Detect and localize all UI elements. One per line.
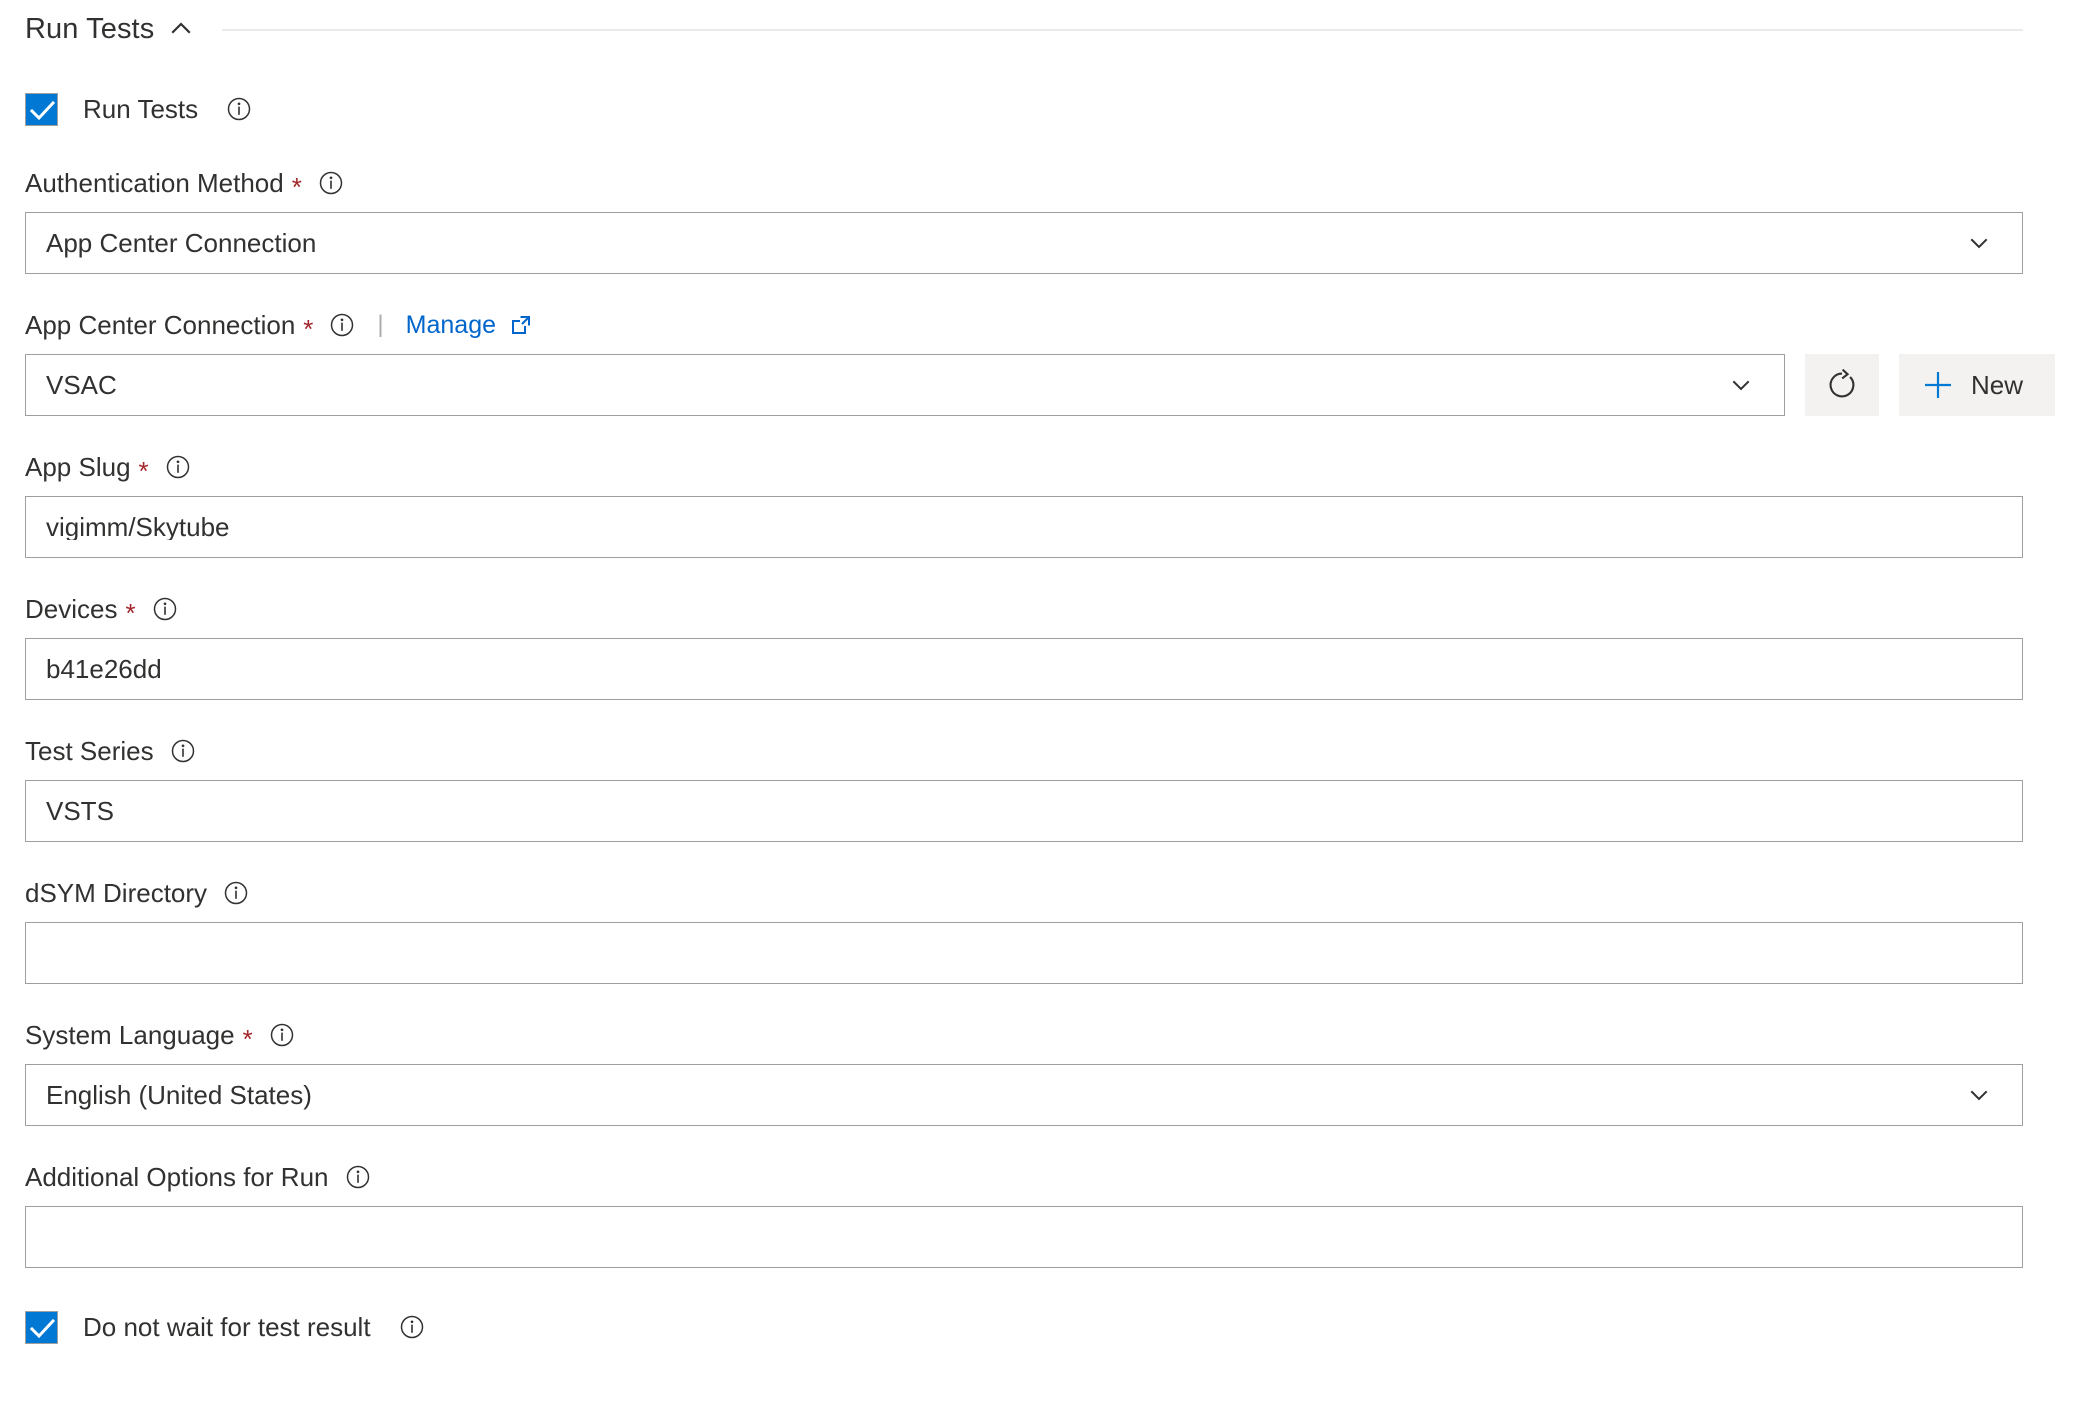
form-body: Run Tests Authentication Method * App Ce…: [0, 86, 2092, 1350]
devices-input[interactable]: b41e26dd: [25, 638, 2023, 700]
chevron-down-icon: [1964, 228, 1994, 258]
field-additional-options: Additional Options for Run: [25, 1160, 2023, 1268]
field-app-slug: App Slug * vigimm/Skytube: [25, 450, 2023, 558]
field-label-row: Test Series: [25, 734, 2023, 768]
field-system-language: System Language * English (United States…: [25, 1018, 2023, 1126]
info-icon[interactable]: [269, 1022, 295, 1048]
test-series-input[interactable]: VSTS: [25, 780, 2023, 842]
external-link-icon[interactable]: [509, 313, 533, 337]
new-connection-button[interactable]: New: [1899, 354, 2056, 416]
info-icon[interactable]: [223, 880, 249, 906]
info-icon[interactable]: [165, 454, 191, 480]
info-icon[interactable]: [152, 596, 178, 622]
control-row: App Center Connection: [25, 212, 2023, 274]
plus-icon: [1921, 368, 1955, 402]
required-marker: *: [242, 1024, 253, 1054]
info-icon[interactable]: [329, 312, 355, 338]
info-icon[interactable]: [399, 1314, 425, 1340]
required-marker: *: [303, 314, 314, 344]
test-series-label: Test Series: [25, 736, 154, 766]
run-tests-panel: Run Tests Run Tests Authentication Metho…: [0, 0, 2092, 1412]
control-row: VSAC New: [25, 354, 2056, 416]
chevron-down-icon: [1726, 370, 1756, 400]
run-tests-checkbox[interactable]: [25, 92, 58, 126]
control-row: [25, 1206, 2023, 1268]
manage-link[interactable]: Manage: [406, 312, 496, 338]
authentication-method-value: App Center Connection: [46, 228, 317, 258]
field-dsym-directory: dSYM Directory: [25, 876, 2023, 984]
field-label-row: dSYM Directory: [25, 876, 2023, 910]
authentication-method-dropdown[interactable]: App Center Connection: [25, 212, 2023, 274]
field-authentication-method: Authentication Method * App Center Conne…: [25, 166, 2023, 274]
do-not-wait-checkbox[interactable]: [25, 1310, 58, 1344]
system-language-dropdown[interactable]: English (United States): [25, 1064, 2023, 1126]
required-marker: *: [138, 456, 149, 486]
chevron-up-icon[interactable]: [168, 16, 194, 42]
control-row: English (United States): [25, 1064, 2023, 1126]
control-row: VSTS: [25, 780, 2023, 842]
control-row: b41e26dd: [25, 638, 2023, 700]
label-separator: |: [377, 311, 384, 338]
dsym-directory-input[interactable]: [25, 922, 2023, 984]
dsym-directory-label: dSYM Directory: [25, 878, 208, 908]
field-label-row: App Slug *: [25, 450, 2023, 484]
field-label-row: Additional Options for Run: [25, 1160, 2023, 1194]
page-title: Run Tests: [25, 12, 155, 45]
section-divider: [222, 29, 2023, 31]
refresh-connection-button[interactable]: [1805, 354, 1879, 416]
info-icon[interactable]: [170, 738, 196, 764]
field-label-row: Authentication Method *: [25, 166, 2023, 200]
connection-dropdown-wrap: VSAC: [25, 354, 1785, 416]
control-row: [25, 922, 2023, 984]
required-marker: *: [125, 598, 136, 628]
do-not-wait-checkbox-row: Do not wait for test result: [25, 1304, 2023, 1350]
system-language-value: English (United States): [46, 1080, 312, 1110]
field-label-row: App Center Connection * | Manage: [25, 308, 2023, 342]
app-center-connection-value: VSAC: [46, 370, 117, 400]
field-label-row: System Language *: [25, 1018, 2023, 1052]
devices-value: b41e26dd: [46, 656, 162, 682]
info-icon[interactable]: [318, 170, 344, 196]
authentication-method-label: Authentication Method: [25, 168, 284, 198]
app-slug-label: App Slug: [25, 452, 131, 482]
info-icon[interactable]: [345, 1164, 371, 1190]
app-center-connection-dropdown[interactable]: VSAC: [25, 354, 1785, 416]
chevron-down-icon: [1964, 1080, 1994, 1110]
system-language-label: System Language: [25, 1020, 235, 1050]
app-slug-input[interactable]: vigimm/Skytube: [25, 496, 2023, 558]
run-tests-checkbox-label: Run Tests: [83, 94, 199, 124]
app-slug-value: vigimm/Skytube: [46, 514, 230, 540]
section-header: Run Tests: [0, 0, 2092, 58]
field-test-series: Test Series VSTS: [25, 734, 2023, 842]
refresh-icon: [1825, 368, 1859, 402]
info-icon[interactable]: [226, 96, 252, 122]
test-series-value: VSTS: [46, 798, 114, 824]
additional-options-label: Additional Options for Run: [25, 1162, 329, 1192]
new-button-label: New: [1971, 370, 2024, 400]
field-devices: Devices * b41e26dd: [25, 592, 2023, 700]
control-row: vigimm/Skytube: [25, 496, 2023, 558]
field-app-center-connection: App Center Connection * | Manage VSAC Ne…: [25, 308, 2056, 416]
field-label-row: Devices *: [25, 592, 2023, 626]
devices-label: Devices: [25, 594, 118, 624]
additional-options-input[interactable]: [25, 1206, 2023, 1268]
do-not-wait-checkbox-label: Do not wait for test result: [83, 1312, 371, 1342]
required-marker: *: [291, 172, 302, 202]
run-tests-checkbox-row: Run Tests: [25, 86, 2023, 132]
app-center-connection-label: App Center Connection: [25, 310, 296, 340]
